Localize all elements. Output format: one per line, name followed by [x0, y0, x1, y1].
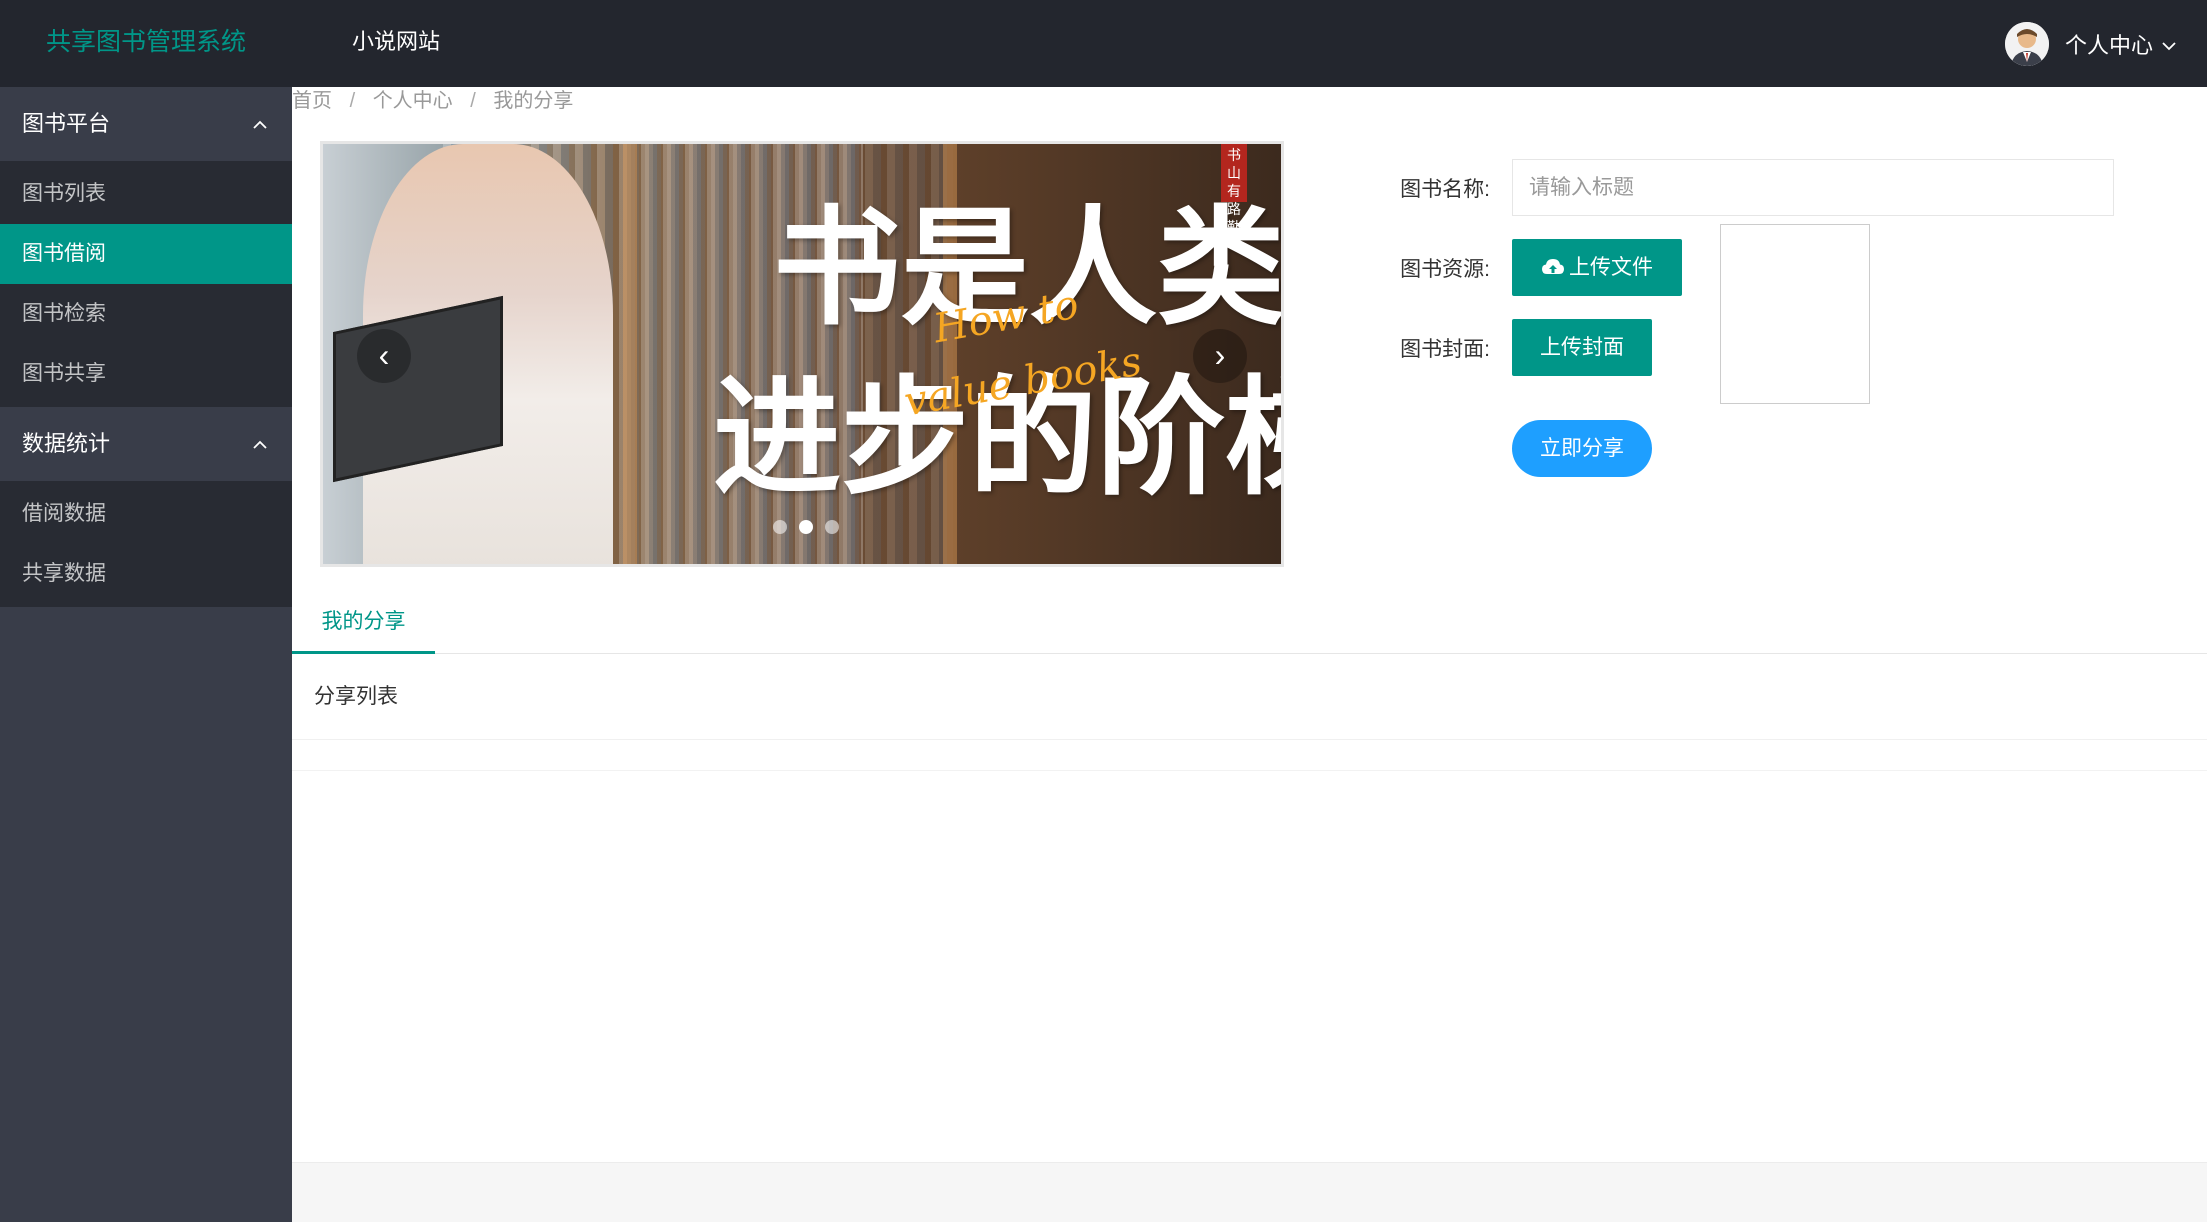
nav-group-library: 图书平台 图书列表 图书借阅 图书检索 图书共享 [0, 87, 292, 407]
sidebar-item-book-list[interactable]: 图书列表 [0, 164, 292, 224]
banner-carousel[interactable]: 书是人类 进步的阶梯 How to value books 书山有路勤 ‹ › [320, 141, 1284, 567]
nav-group-title-stats[interactable]: 数据统计 [0, 407, 292, 481]
breadcrumb-separator: / [349, 90, 356, 112]
nav-group-label: 图书平台 [22, 111, 111, 136]
carousel-next-button[interactable]: › [1193, 329, 1247, 383]
sidebar-item-book-share[interactable]: 图书共享 [0, 344, 292, 404]
chevron-up-icon[interactable] [252, 87, 268, 161]
breadcrumb: 首页 / 个人中心 / 我的分享 [292, 87, 573, 119]
share-now-button[interactable]: 立即分享 [1512, 420, 1652, 477]
cloud-upload-icon [1541, 242, 1565, 299]
chevron-up-icon[interactable] [252, 407, 268, 481]
user-menu-label[interactable]: 个人中心 [2065, 28, 2153, 60]
novel-site-link[interactable]: 小说网站 [352, 0, 440, 84]
nav-group-label: 数据统计 [22, 431, 111, 456]
cover-preview-box [1720, 224, 1870, 404]
tab-my-shares[interactable]: 我的分享 [292, 597, 435, 654]
shelf-post [623, 144, 637, 564]
sidebar-item-book-search[interactable]: 图书检索 [0, 284, 292, 344]
main-content: 首页 / 个人中心 / 我的分享 书是人类 进步的阶梯 How to value… [292, 87, 2207, 1222]
share-list-body [292, 740, 2207, 771]
banner-stamp: 书山有路勤 [1221, 144, 1247, 235]
sidebar-item-share-data[interactable]: 共享数据 [0, 544, 292, 604]
nav-group-stats: 数据统计 借阅数据 共享数据 [0, 407, 292, 607]
carousel-dot[interactable] [825, 520, 839, 534]
breadcrumb-user-center[interactable]: 个人中心 [373, 90, 453, 112]
user-menu[interactable]: 个人中心 [2004, 0, 2177, 87]
avatar-icon[interactable] [2004, 21, 2049, 66]
book-resource-label: 图书资源: [1400, 258, 1490, 281]
page-footer [292, 1162, 2207, 1222]
carousel-dot-active[interactable] [799, 520, 813, 534]
sidebar: 图书平台 图书列表 图书借阅 图书检索 图书共享 数据统计 借阅数据 共享数据 [0, 87, 292, 1222]
carousel-indicators [773, 520, 839, 534]
breadcrumb-separator: / [470, 90, 476, 112]
nav-children-stats: 借阅数据 共享数据 [0, 481, 292, 607]
book-title-input[interactable] [1512, 159, 2114, 216]
share-list-header: 分享列表 [292, 654, 2207, 740]
upload-file-label: 上传文件 [1569, 256, 1653, 279]
tab-bar: 我的分享 [292, 597, 2207, 654]
app-logo-title[interactable]: 共享图书管理系统 [46, 0, 246, 84]
carousel-prev-button[interactable]: ‹ [357, 329, 411, 383]
carousel-dot[interactable] [773, 520, 787, 534]
upload-cover-button[interactable]: 上传封面 [1512, 319, 1652, 376]
top-header: 共享图书管理系统 小说网站 个人中心 [0, 0, 2207, 87]
book-name-label: 图书名称: [1400, 178, 1490, 201]
chevron-down-icon[interactable] [2161, 31, 2177, 57]
book-cover-label: 图书封面: [1400, 338, 1490, 361]
upload-file-button[interactable]: 上传文件 [1512, 239, 1682, 296]
nav-children-library: 图书列表 图书借阅 图书检索 图书共享 [0, 161, 292, 407]
breadcrumb-current: 我的分享 [493, 90, 574, 112]
nav-group-title-library[interactable]: 图书平台 [0, 87, 292, 161]
sidebar-item-book-borrow[interactable]: 图书借阅 [0, 224, 292, 284]
sidebar-item-borrow-data[interactable]: 借阅数据 [0, 484, 292, 544]
breadcrumb-home[interactable]: 首页 [292, 90, 332, 112]
